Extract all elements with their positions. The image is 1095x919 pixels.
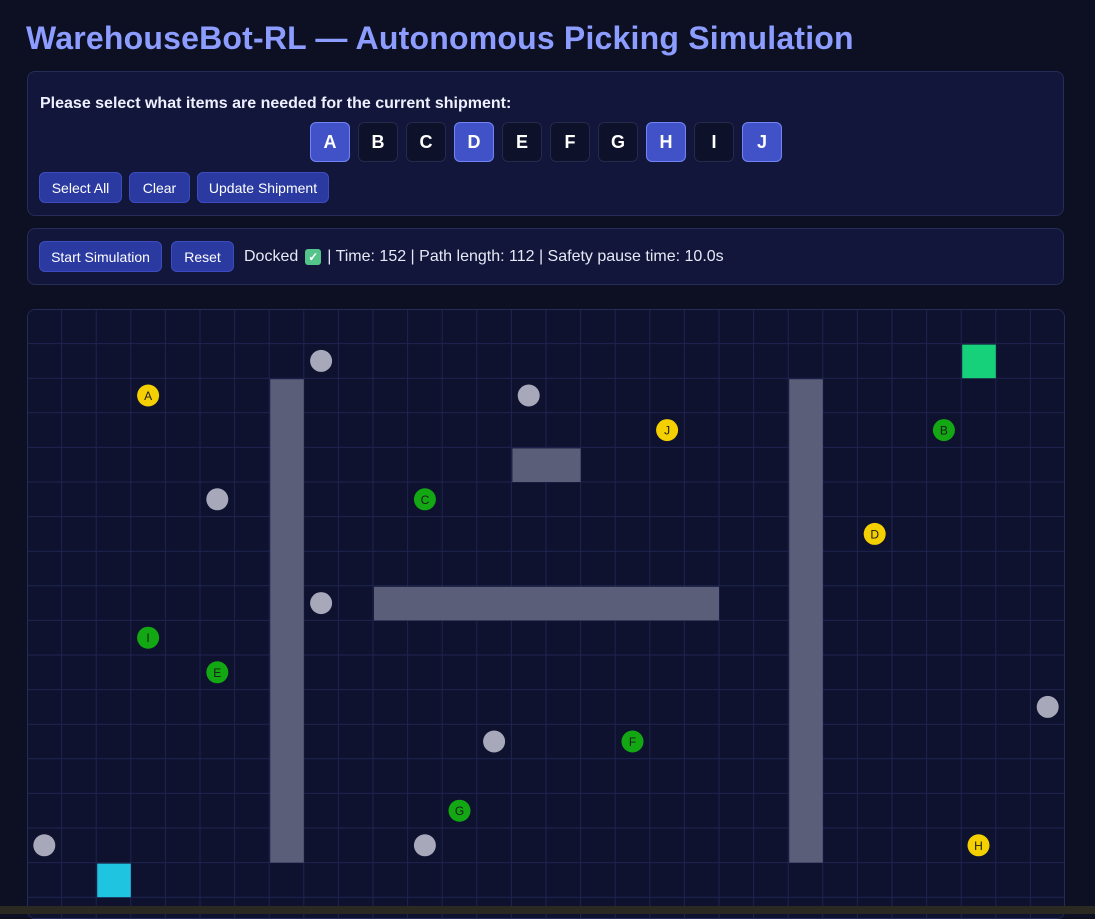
item-marker-d: D [863, 522, 886, 545]
shipment-panel: Please select what items are needed for … [27, 71, 1064, 216]
clear-button[interactable]: Clear [129, 172, 190, 203]
item-toggle-g[interactable]: G [598, 122, 638, 162]
obstacle-3 [206, 488, 229, 511]
item-marker-e: E [206, 661, 229, 684]
item-marker-label: A [144, 389, 152, 403]
robot [97, 863, 131, 898]
status-text: Docked ✓ | Time: 152 | Path length: 112 … [244, 248, 724, 266]
start-simulation-button[interactable]: Start Simulation [39, 241, 162, 272]
obstacle-5 [1036, 695, 1059, 718]
item-marker-label: D [870, 527, 879, 541]
shipment-prompt: Please select what items are needed for … [40, 95, 512, 112]
warehouse-grid[interactable]: A J B C D I E F G H [27, 309, 1065, 919]
obstacle-8 [413, 834, 436, 857]
obstacle-6 [483, 730, 506, 753]
item-marker-b: B [932, 419, 955, 442]
select-all-button[interactable]: Select All [39, 172, 122, 203]
obstacle-2 [517, 384, 540, 407]
item-marker-c: C [413, 488, 436, 511]
shelf-1 [270, 379, 304, 863]
item-marker-f: F [621, 730, 644, 753]
page-title: WarehouseBot-RL — Autonomous Picking Sim… [26, 20, 854, 56]
taskbar-strip [0, 906, 1095, 914]
item-marker-label: G [455, 804, 464, 818]
item-marker-label: J [664, 424, 670, 438]
item-marker-a: A [137, 384, 160, 407]
item-toggle-f[interactable]: F [550, 122, 590, 162]
item-marker-label: C [421, 493, 430, 507]
item-toggle-a[interactable]: A [310, 122, 350, 162]
item-selector: ABCDEFGHIJ [310, 122, 782, 162]
item-marker-label: H [974, 839, 983, 853]
status-docked: Docked [244, 248, 299, 265]
item-toggle-c[interactable]: C [406, 122, 446, 162]
obstacle-7 [33, 834, 56, 857]
obstacle-1 [310, 349, 333, 372]
goal-dock [962, 344, 996, 379]
item-toggle-j[interactable]: J [742, 122, 782, 162]
item-marker-i: I [137, 626, 160, 649]
simulation-panel: Start Simulation Reset Docked ✓ | Time: … [27, 228, 1064, 285]
obstacle-4 [310, 592, 333, 615]
item-marker-label: I [146, 631, 149, 645]
item-toggle-b[interactable]: B [358, 122, 398, 162]
item-toggle-i[interactable]: I [694, 122, 734, 162]
item-marker-label: B [940, 424, 948, 438]
item-marker-h: H [967, 834, 990, 857]
item-marker-label: E [213, 666, 221, 680]
item-toggle-e[interactable]: E [502, 122, 542, 162]
reset-button[interactable]: Reset [171, 241, 234, 272]
shelf-2 [789, 379, 823, 863]
shelf-3 [512, 448, 581, 482]
check-icon: ✓ [305, 249, 322, 265]
shelf-4 [374, 586, 719, 621]
item-marker-g: G [448, 799, 471, 822]
update-shipment-button[interactable]: Update Shipment [197, 172, 329, 203]
item-toggle-d[interactable]: D [454, 122, 494, 162]
status-metrics: | Time: 152 | Path length: 112 | Safety … [327, 248, 724, 265]
item-marker-label: F [629, 735, 636, 749]
item-toggle-h[interactable]: H [646, 122, 686, 162]
item-marker-j: J [656, 419, 679, 442]
